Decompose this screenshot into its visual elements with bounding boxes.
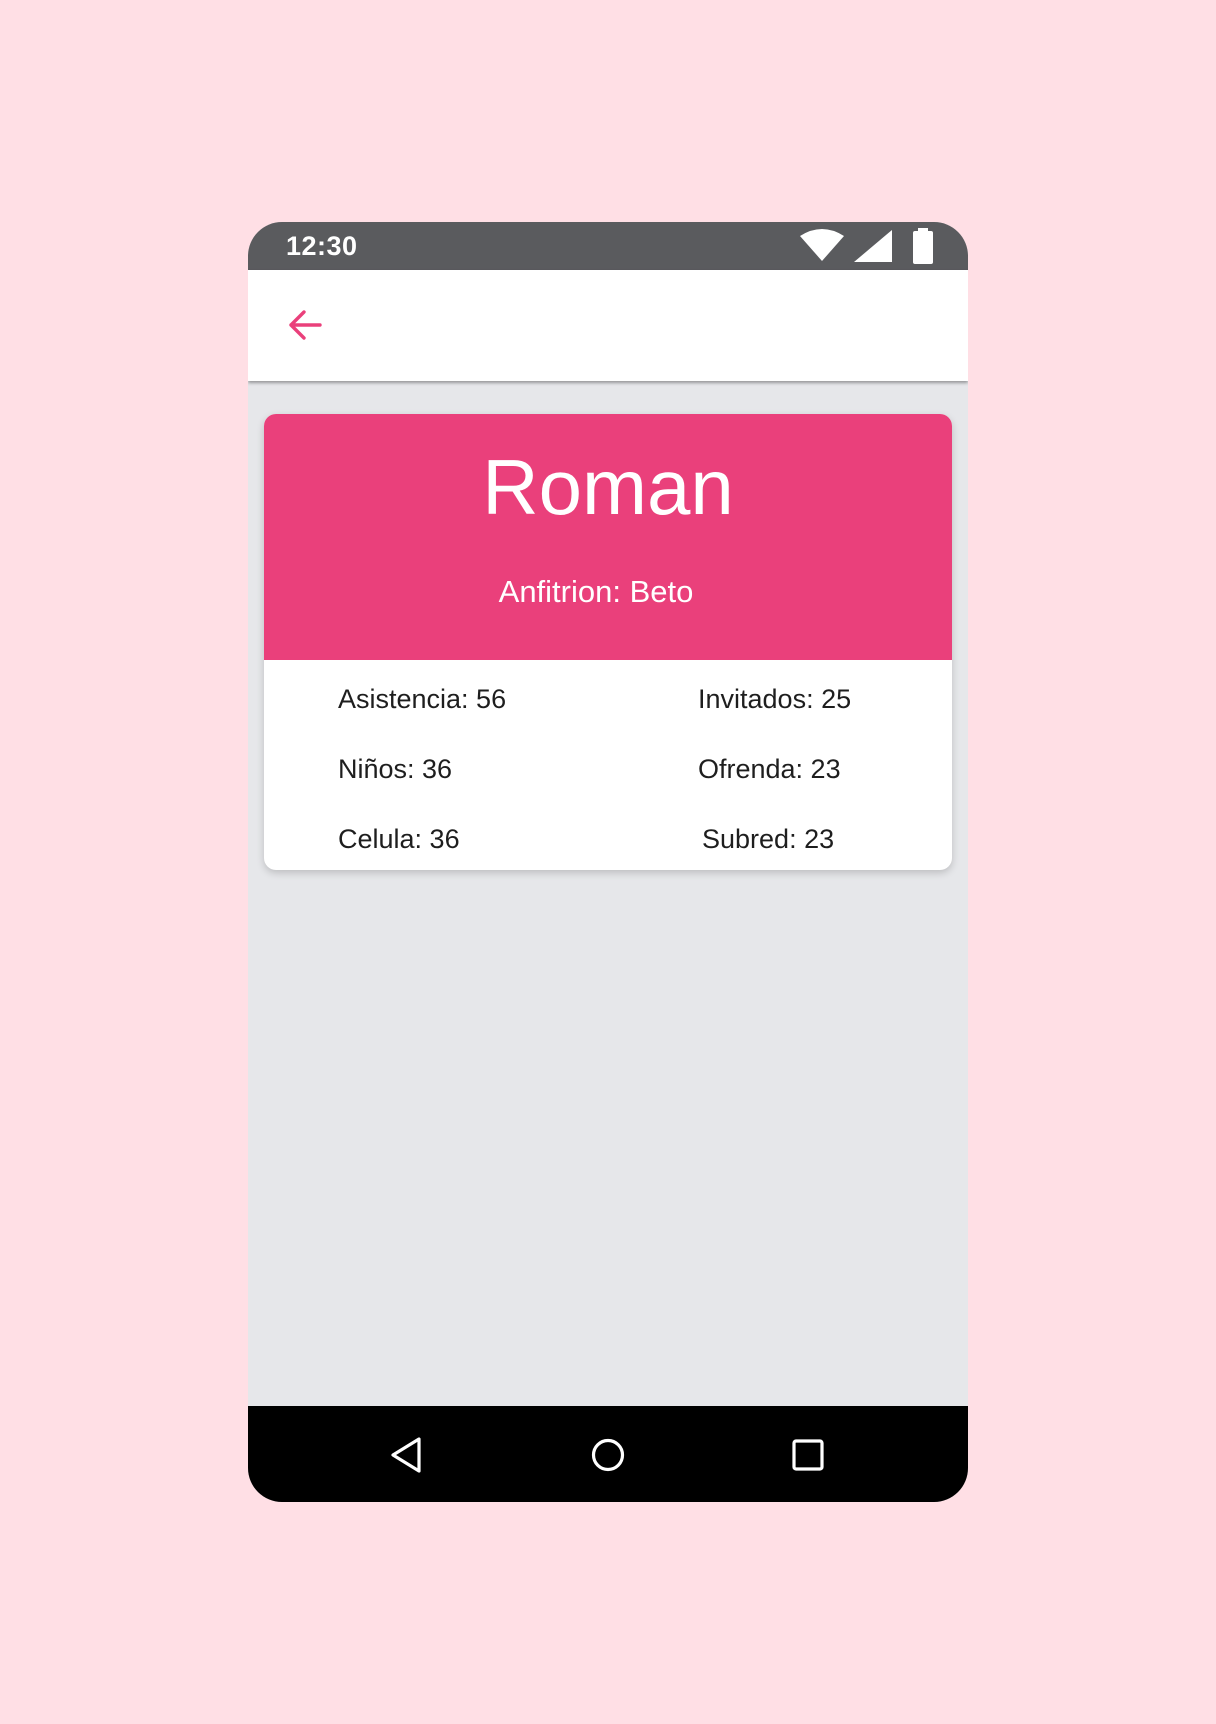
recents-square-icon <box>792 1439 824 1471</box>
stat-ninos: Niños: 36 <box>338 754 453 784</box>
stat-celula: Celula: 36 <box>338 824 460 854</box>
stat-subred: Subred: 23 <box>702 824 835 854</box>
status-time: 12:30 <box>286 231 358 261</box>
stat-ofrenda: Ofrenda: 23 <box>698 754 841 784</box>
stat-invitados: Invitados: 25 <box>698 684 852 714</box>
app-bar <box>248 270 968 381</box>
status-bar: 12:30 <box>248 222 968 270</box>
arrow-back-icon <box>289 310 322 340</box>
home-circle-icon <box>591 1438 625 1472</box>
stat-asistencia: Asistencia: 56 <box>338 684 507 714</box>
card-title: Roman <box>482 443 734 531</box>
system-nav-bar <box>248 1406 968 1502</box>
nav-recents-button[interactable] <box>785 1432 831 1478</box>
summary-card: Roman Anfitrion: Beto Asistencia: 56 Inv… <box>264 414 952 870</box>
content-area: Roman Anfitrion: Beto Asistencia: 56 Inv… <box>248 381 968 1409</box>
back-button[interactable] <box>284 304 326 346</box>
nav-home-button[interactable] <box>585 1432 631 1478</box>
back-triangle-icon <box>391 1437 421 1473</box>
nav-back-button[interactable] <box>385 1432 431 1478</box>
battery-icon <box>913 228 933 264</box>
cell-signal-icon <box>854 230 892 262</box>
wifi-icon <box>800 229 844 261</box>
phone-frame: 12:30 Roman Anfitrion: Beto Asistencia: … <box>248 222 968 1502</box>
card-header: Roman Anfitrion: Beto <box>264 414 952 660</box>
card-subtitle: Anfitrion: Beto <box>498 574 694 609</box>
